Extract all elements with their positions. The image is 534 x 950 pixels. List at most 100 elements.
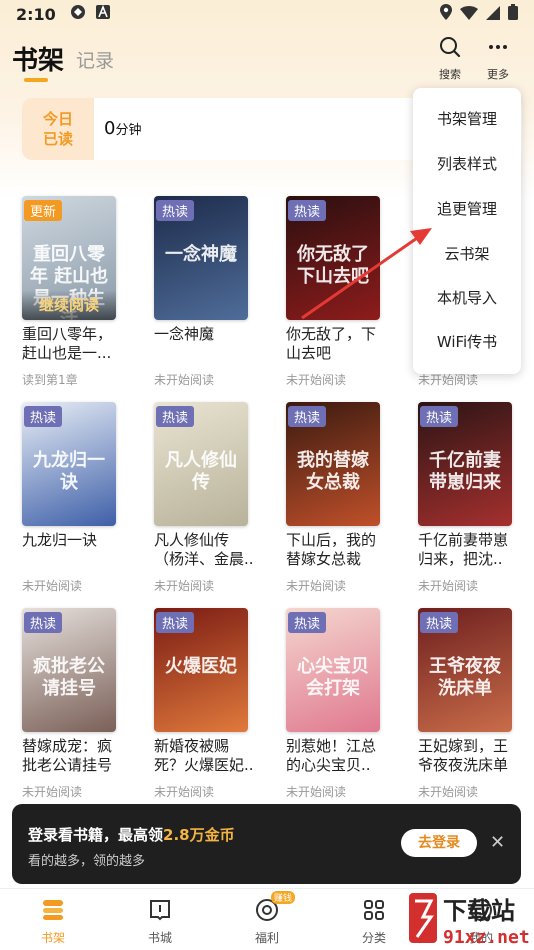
book-badge: 热读 xyxy=(156,200,195,221)
nav-item-category[interactable]: 分类 xyxy=(344,897,404,946)
continue-reading-label[interactable]: 继续阅读 xyxy=(22,290,116,320)
book-item[interactable]: 千亿前妻带崽归来 热读 千亿前妻带崽归来，把沈.. 未开始阅读 xyxy=(418,402,518,594)
nav-item-bookstore[interactable]: 书城 xyxy=(130,897,190,946)
book-title: 九龙归一诀 xyxy=(22,531,98,549)
book-badge: 热读 xyxy=(420,406,459,427)
book-item[interactable]: 我的替嫁女总裁 热读下山后，我的替嫁女总裁未开始阅读 xyxy=(286,402,386,594)
login-button[interactable]: 去登录 xyxy=(401,829,477,857)
book-title: 下山后，我的替嫁女总裁 xyxy=(286,531,377,568)
location-icon xyxy=(440,4,452,24)
close-icon[interactable]: ✕ xyxy=(490,832,505,853)
watermark-main-text: 下载站 xyxy=(443,897,515,925)
book-badge: 热读 xyxy=(288,406,327,427)
cover-title: 你无敌了下山去吧 xyxy=(297,244,369,287)
menu-item-wifi-transfer[interactable]: WiFi传书 xyxy=(413,331,521,352)
today-minutes-unit: 分钟 xyxy=(115,123,142,138)
book-reading-status: 未开始阅读 xyxy=(286,373,347,387)
menu-item-list-style[interactable]: 列表样式 xyxy=(413,153,521,174)
cover-title: 我的替嫁女总裁 xyxy=(297,450,369,493)
bookshelf-icon xyxy=(43,900,63,920)
book-item[interactable]: 心尖宝贝会打架 热读 别惹她！江总的心尖宝贝.. 未开始阅读 xyxy=(286,608,386,800)
search-button[interactable]: 搜索 xyxy=(430,36,470,82)
watermark-logo-icon: 下载站 91xz.net xyxy=(409,893,530,948)
book-badge: 热读 xyxy=(156,612,195,633)
book-cover[interactable]: 九龙归一诀 热读 xyxy=(22,402,116,526)
a-notification-icon xyxy=(95,4,110,23)
today-read-label: 今日 已读 xyxy=(22,98,94,160)
status-bar: 2:10 xyxy=(0,0,534,28)
book-item[interactable]: 重回八零年 赶山也是一种生活更新继续阅读重回八零年，赶山也是一...读到第1章 xyxy=(22,196,122,388)
book-reading-status: 未开始阅读 xyxy=(418,579,479,593)
today-read-value: 0分钟 xyxy=(104,118,141,139)
book-item[interactable]: 你无敌了下山去吧 热读你无敌了，下山去吧未开始阅读 xyxy=(286,196,386,388)
nav-label-bookshelf: 书架 xyxy=(40,931,65,945)
promo-title-text: 登录看书籍，最高领 xyxy=(28,826,164,844)
cover-title: 凡人修仙传 xyxy=(165,450,237,493)
more-dropdown-menu: 书架管理 列表样式 追更管理 云书架 本机导入 WiFi传书 xyxy=(413,88,521,374)
menu-item-cloud-shelf[interactable]: 云书架 xyxy=(413,243,521,264)
book-reading-status: 未开始阅读 xyxy=(286,579,347,593)
more-button[interactable]: 更多 xyxy=(478,36,518,82)
menu-item-shelf-manage[interactable]: 书架管理 xyxy=(413,108,521,129)
tab-bookshelf[interactable]: 书架 xyxy=(12,40,64,77)
book-reading-status: 未开始阅读 xyxy=(22,785,83,799)
cover-title: 一念神魔 xyxy=(165,244,237,265)
book-cover[interactable]: 王爷夜夜洗床单 热读 xyxy=(418,608,512,732)
book-item[interactable]: 火爆医妃 热读 新婚夜被赐死？火爆医妃.. 未开始阅读 xyxy=(154,608,254,800)
cover-title: 千亿前妻带崽归来 xyxy=(429,450,501,493)
search-label: 搜索 xyxy=(439,68,461,81)
book-cover[interactable]: 火爆医妃 热读 xyxy=(154,608,248,732)
book-cover[interactable]: 一念神魔 热读 xyxy=(154,196,248,320)
book-cover[interactable]: 我的替嫁女总裁 热读 xyxy=(286,402,380,526)
book-cover[interactable]: 重回八零年 赶山也是一种生活更新继续阅读 xyxy=(22,196,116,320)
today-minutes-value: 0 xyxy=(104,118,116,139)
login-promo-banner: 登录看书籍，最高领2.8万金币 看的越多，领的越多 去登录 ✕ xyxy=(12,804,521,884)
book-cover[interactable]: 凡人修仙传 热读 xyxy=(154,402,248,526)
more-dots-icon xyxy=(489,45,507,49)
tab-record[interactable]: 记录 xyxy=(76,46,114,73)
today-label-line1: 今日 xyxy=(42,110,73,128)
book-title: 王妃嫁到，王爷夜夜洗床单 xyxy=(418,737,509,774)
cover-title: 疯批老公请挂号 xyxy=(33,656,105,699)
battery-icon xyxy=(508,4,518,24)
book-item[interactable]: 一念神魔 热读一念神魔未开始阅读 xyxy=(154,196,254,388)
book-badge: 更新 xyxy=(24,200,63,221)
promo-subtitle: 看的越多，领的越多 xyxy=(28,854,146,869)
book-cover[interactable]: 心尖宝贝会打架 热读 xyxy=(286,608,380,732)
signal-icon xyxy=(486,5,500,24)
menu-item-local-import[interactable]: 本机导入 xyxy=(413,287,521,308)
book-reading-status: 未开始阅读 xyxy=(154,373,215,387)
book-cover[interactable]: 疯批老公请挂号 热读 xyxy=(22,608,116,732)
book-item[interactable]: 疯批老公请挂号 热读 替嫁成宠：疯批老公请挂号 未开始阅读 xyxy=(22,608,122,800)
book-title: 你无敌了，下山去吧 xyxy=(286,325,377,362)
cover-title: 九龙归一诀 xyxy=(33,450,105,493)
book-badge: 热读 xyxy=(156,406,195,427)
book-cover[interactable]: 千亿前妻带崽归来 热读 xyxy=(418,402,512,526)
book-item[interactable]: 王爷夜夜洗床单 热读 王妃嫁到，王爷夜夜洗床单 未开始阅读 xyxy=(418,608,518,800)
app-notification-icon xyxy=(70,4,86,24)
menu-item-follow-manage[interactable]: 追更管理 xyxy=(413,198,521,219)
book-item[interactable]: 九龙归一诀 热读 九龙归一诀 未开始阅读 xyxy=(22,402,122,594)
nav-label-bookstore: 书城 xyxy=(147,931,172,945)
book-title: 一念神魔 xyxy=(154,325,215,343)
book-reading-status: 未开始阅读 xyxy=(154,579,215,593)
book-title: 重回八零年，赶山也是一... xyxy=(22,325,113,362)
book-cover[interactable]: 你无敌了下山去吧 热读 xyxy=(286,196,380,320)
nav-item-welfare[interactable]: 赚钱 福利 xyxy=(237,891,297,946)
nav-label-welfare: 福利 xyxy=(254,931,279,945)
promo-title-highlight: 2.8万金币 xyxy=(163,826,235,844)
book-reading-status: 读到第1章 xyxy=(22,373,78,387)
book-badge: 热读 xyxy=(24,406,63,427)
cover-title: 心尖宝贝会打架 xyxy=(297,656,369,699)
more-label: 更多 xyxy=(487,68,509,81)
watermark-sub-text: 91xz.net xyxy=(443,927,530,948)
book-reading-status: 未开始阅读 xyxy=(154,785,215,799)
cover-title: 火爆医妃 xyxy=(165,656,237,677)
nav-item-bookshelf[interactable]: 书架 xyxy=(23,897,83,946)
book-badge: 热读 xyxy=(288,200,327,221)
book-open-icon xyxy=(150,900,170,921)
welfare-badge: 赚钱 xyxy=(271,891,296,904)
active-tab-indicator xyxy=(24,78,48,82)
book-item[interactable]: 凡人修仙传 热读 凡人修仙传（杨洋、金晨.. 未开始阅读 xyxy=(154,402,254,594)
status-time: 2:10 xyxy=(16,4,56,24)
